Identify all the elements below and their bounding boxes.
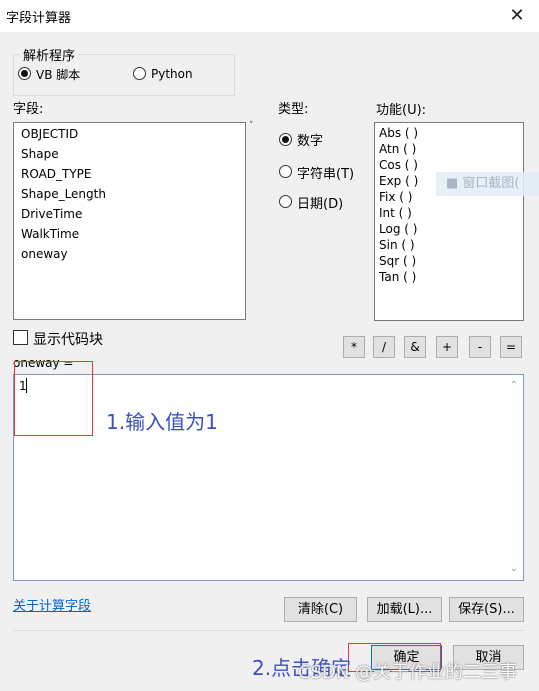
load-button[interactable]: 加载(L)... xyxy=(367,597,442,622)
python-label[interactable]: Python xyxy=(151,67,193,81)
show-codeblock-label[interactable]: 显示代码块 xyxy=(33,329,103,349)
multiply-button[interactable]: * xyxy=(343,336,365,358)
fields-list[interactable]: OBJECTID Shape ROAD_TYPE Shape_Length Dr… xyxy=(13,122,246,320)
list-item[interactable]: Shape_Length xyxy=(21,187,106,201)
list-item[interactable]: Atn ( ) xyxy=(379,142,416,156)
functions-list[interactable]: Abs ( ) Atn ( ) Cos ( ) Exp ( ) Fix ( ) … xyxy=(374,122,524,321)
save-button[interactable]: 保存(S)... xyxy=(449,597,524,622)
title-bar xyxy=(0,0,539,32)
type-number-label[interactable]: 数字 xyxy=(297,130,323,149)
list-item[interactable]: DriveTime xyxy=(21,207,82,221)
window-title: 字段计算器 xyxy=(6,11,72,26)
type-string-label[interactable]: 字符串(T) xyxy=(297,163,354,182)
list-item[interactable]: Int ( ) xyxy=(379,206,412,220)
python-radio[interactable] xyxy=(133,67,146,80)
vbscript-label[interactable]: VB 脚本 xyxy=(36,66,80,83)
annotation-box-value xyxy=(14,361,93,436)
type-string-radio[interactable] xyxy=(279,165,292,178)
scroll-down-icon[interactable]: ⌄ xyxy=(508,563,520,575)
equals-button[interactable]: = xyxy=(500,336,522,358)
about-calculate-field-link[interactable]: 关于计算字段 xyxy=(13,595,91,614)
divider xyxy=(13,630,524,631)
minus-button[interactable]: - xyxy=(469,336,491,358)
functions-label: 功能(U): xyxy=(376,103,427,118)
list-item[interactable]: Sin ( ) xyxy=(379,238,415,252)
sort-icon[interactable]: ˅ xyxy=(249,121,254,131)
list-item[interactable]: Abs ( ) xyxy=(379,126,418,140)
fields-label: 字段: xyxy=(13,102,44,117)
type-label: 类型: xyxy=(278,102,309,117)
list-item[interactable]: Tan ( ) xyxy=(379,270,416,284)
divide-button[interactable]: / xyxy=(373,336,395,358)
list-item[interactable]: Exp ( ) xyxy=(379,174,418,188)
list-item[interactable]: OBJECTID xyxy=(21,127,78,141)
list-item[interactable]: Sqr ( ) xyxy=(379,254,416,268)
vbscript-radio[interactable] xyxy=(18,67,31,80)
plus-button[interactable]: + xyxy=(436,336,458,358)
show-codeblock-checkbox[interactable] xyxy=(13,330,28,345)
list-item[interactable]: Cos ( ) xyxy=(379,158,418,172)
scroll-up-icon[interactable]: ⌃ xyxy=(508,380,520,392)
list-item[interactable]: ROAD_TYPE xyxy=(21,167,92,181)
list-item[interactable]: WalkTime xyxy=(21,227,79,241)
list-item[interactable]: Log ( ) xyxy=(379,222,417,236)
parser-group-label: 解析程序 xyxy=(20,45,79,64)
type-date-radio[interactable] xyxy=(279,195,292,208)
screenshot-tool-overlay: ■ 窗口截图( xyxy=(436,172,539,196)
annotation-step1: 1.输入值为1 xyxy=(106,410,218,434)
list-item[interactable]: Fix ( ) xyxy=(379,190,412,204)
type-date-label[interactable]: 日期(D) xyxy=(297,193,343,212)
list-item[interactable]: oneway xyxy=(21,247,68,261)
watermark: CSDN @关于作业的二三事 xyxy=(298,662,518,683)
clear-button[interactable]: 清除(C) xyxy=(284,597,357,622)
close-icon[interactable]: ✕ xyxy=(506,5,528,27)
concat-button[interactable]: & xyxy=(404,336,426,358)
list-item[interactable]: Shape xyxy=(21,147,59,161)
type-number-radio[interactable] xyxy=(279,133,292,146)
